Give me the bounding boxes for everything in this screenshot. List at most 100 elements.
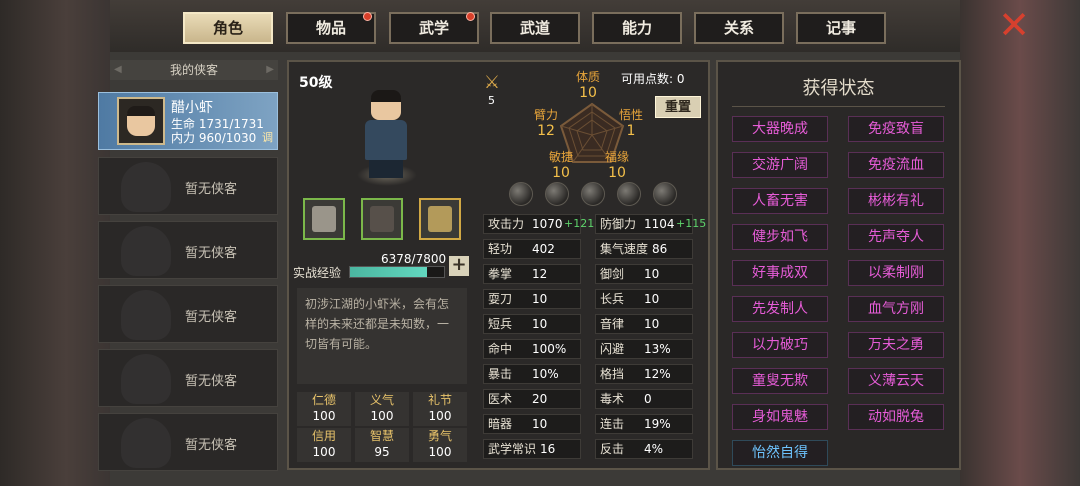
- stat-value: 402: [532, 242, 555, 256]
- stat-label: 武学常识: [488, 442, 537, 456]
- stat-label: 耍刀: [488, 292, 513, 306]
- stat-value: 0: [644, 392, 652, 406]
- stat-value: 12: [532, 267, 548, 281]
- attr-fortune: 福缘 10: [605, 150, 630, 181]
- virtue-item: 礼节 100: [413, 392, 467, 426]
- points-label: 可用点数: 0: [621, 72, 685, 86]
- stat-cell: 音律 10: [595, 314, 693, 334]
- attr-strength: 臂力 12: [534, 108, 559, 139]
- equip-slot-book[interactable]: [419, 198, 461, 240]
- stat-cell: 命中 100%: [483, 339, 581, 359]
- stat-value: 10%: [532, 367, 559, 381]
- sword-icon: ⚔: [483, 72, 501, 93]
- equip-slot-gloves[interactable]: [303, 198, 345, 240]
- empty-hero-slot[interactable]: 暂无侠客: [98, 413, 278, 471]
- orb-slots: [497, 182, 697, 208]
- reset-button[interactable]: 重置: [655, 96, 701, 118]
- stat-value: 1104: [644, 217, 675, 231]
- stat-value: 12%: [644, 367, 671, 381]
- stat-cell: 短兵 10: [483, 314, 581, 334]
- stat-cell: 暗器 10: [483, 414, 581, 434]
- virtue-item: 仁德 100: [297, 392, 351, 426]
- stat-label: 轻功: [488, 242, 513, 256]
- stat-label: 攻击力: [488, 217, 525, 231]
- background-right: [960, 0, 1080, 486]
- background-left: [0, 0, 110, 486]
- stat-label: 毒术: [600, 392, 625, 406]
- hero-tune-button[interactable]: 调: [262, 129, 273, 145]
- status-badge[interactable]: 动如脱兔: [848, 404, 944, 430]
- stat-label: 短兵: [488, 317, 513, 331]
- stat-bonus: +121: [564, 217, 595, 230]
- status-badge[interactable]: 以力破巧: [732, 332, 828, 358]
- status-badge[interactable]: 血气方刚: [848, 296, 944, 322]
- hero-card-selected[interactable]: 醋小虾 生命 1731/1731 内力 960/1030 调: [98, 92, 278, 150]
- status-badge[interactable]: 先声夺人: [848, 224, 944, 250]
- equip-slot-armor[interactable]: [361, 198, 403, 240]
- stat-label: 闪避: [600, 342, 625, 356]
- stat-cell: 集气速度 86: [595, 239, 693, 259]
- attr-comprehension: 悟性 1: [619, 108, 644, 139]
- stat-label: 命中: [488, 342, 513, 356]
- orb-slot-icon[interactable]: [581, 182, 605, 206]
- stat-value: 10: [532, 317, 548, 331]
- tab-relations[interactable]: 关系: [694, 12, 784, 44]
- stat-label: 暴击: [488, 367, 513, 381]
- tab-items[interactable]: 物品: [286, 12, 376, 44]
- stat-cell: 防御力 1104 +115: [595, 214, 706, 234]
- status-badge[interactable]: 好事成双: [732, 260, 828, 286]
- stat-label: 集气速度: [600, 242, 649, 256]
- status-badge[interactable]: 童叟无欺: [732, 368, 828, 394]
- status-badge[interactable]: 健步如飞: [732, 224, 828, 250]
- tab-journal[interactable]: 记事: [796, 12, 886, 44]
- status-badge[interactable]: 免疫致盲: [848, 116, 944, 142]
- divider: [732, 106, 945, 107]
- stat-value: 13%: [644, 342, 671, 356]
- virtue-item: 义气 100: [355, 392, 409, 426]
- stat-cell: 拳掌 12: [483, 264, 581, 284]
- stat-value: 16: [540, 442, 556, 456]
- empty-hero-slot[interactable]: 暂无侠客: [98, 157, 278, 215]
- stat-cell: 反击 4%: [595, 439, 693, 459]
- stat-cell: 医术 20: [483, 389, 581, 409]
- tab-abilities[interactable]: 能力: [592, 12, 682, 44]
- empty-hero-slot[interactable]: 暂无侠客: [98, 285, 278, 343]
- status-panel: 获得状态 大器晚成 免疫致盲 交游广阔 免疫流血 人畜无害 彬彬有礼 健步如飞 先声夺人 好事成…: [716, 60, 961, 470]
- status-badge[interactable]: 彬彬有礼: [848, 188, 944, 214]
- status-badge[interactable]: 义薄云天: [848, 368, 944, 394]
- status-badge[interactable]: 以柔制刚: [848, 260, 944, 286]
- notification-dot-icon: [466, 12, 475, 21]
- status-badge[interactable]: 交游广阔: [732, 152, 828, 178]
- virtue-item: 智慧 95: [355, 428, 409, 462]
- status-badge[interactable]: 万夫之勇: [848, 332, 944, 358]
- stat-cell: 格挡 12%: [595, 364, 693, 384]
- status-badge[interactable]: 免疫流血: [848, 152, 944, 178]
- stat-cell: 攻击力 1070 +121: [483, 214, 594, 234]
- gloves-icon: [312, 206, 336, 232]
- status-badge[interactable]: 身如鬼魅: [732, 404, 828, 430]
- status-badge[interactable]: 怡然自得: [732, 440, 828, 466]
- book-icon: [428, 206, 452, 232]
- empty-hero-slot[interactable]: 暂无侠客: [98, 221, 278, 279]
- status-badge[interactable]: 人畜无害: [732, 188, 828, 214]
- silhouette-icon: [121, 162, 171, 212]
- hero-list-header: 我的侠客: [110, 60, 278, 80]
- tab-character[interactable]: 角色: [183, 12, 273, 44]
- tab-martial-arts[interactable]: 武学: [389, 12, 479, 44]
- stat-value: 1070: [532, 217, 563, 231]
- stat-cell: 御剑 10: [595, 264, 693, 284]
- stat-value: 4%: [644, 442, 664, 456]
- armor-icon: [370, 206, 394, 232]
- stat-value: 10: [532, 417, 548, 431]
- close-icon[interactable]: ✕: [994, 6, 1034, 44]
- exp-add-button[interactable]: +: [449, 256, 469, 276]
- status-badge[interactable]: 大器晚成: [732, 116, 828, 142]
- orb-slot-icon[interactable]: [545, 182, 569, 206]
- orb-slot-icon[interactable]: [617, 182, 641, 206]
- orb-slot-icon[interactable]: [509, 182, 533, 206]
- status-badge[interactable]: 先发制人: [732, 296, 828, 322]
- tab-martial-way[interactable]: 武道: [490, 12, 580, 44]
- character-description: 初涉江湖的小虾米，会有怎样的未来还都是未知数，一切皆有可能。: [297, 288, 467, 384]
- orb-slot-icon[interactable]: [653, 182, 677, 206]
- empty-hero-slot[interactable]: 暂无侠客: [98, 349, 278, 407]
